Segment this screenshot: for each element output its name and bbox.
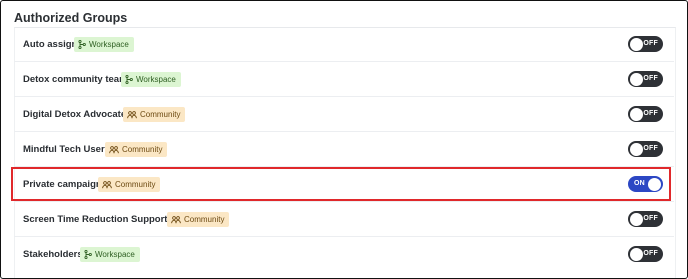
group-name: Digital Detox Advocates [23,109,132,120]
group-type-badge: Workspace [80,247,140,262]
group-name: Detox community team [23,74,128,85]
branch-icon [78,40,86,49]
group-toggle[interactable]: OFF [628,211,663,227]
group-type-badge: Workspace [121,72,181,87]
group-type-label: Community [115,180,156,189]
toggle-knob [630,37,643,51]
toggle-knob [630,107,643,121]
group-name: Mindful Tech Users [23,144,110,155]
toggle-state-label: OFF [643,75,658,82]
group-toggle[interactable]: ON [628,176,663,192]
toggle-knob [648,177,661,191]
group-type-label: Community [140,110,181,119]
toggle-knob [630,72,643,86]
people-icon [109,145,119,153]
group-toggle[interactable]: OFF [628,71,663,87]
group-row-auto-assign: Auto assign Workspace OFF [14,27,674,62]
toggle-state-label: OFF [643,215,658,222]
branch-icon [84,250,92,259]
toggle-state-label: OFF [643,145,658,152]
group-row-digital-detox-advocates: Digital Detox Advocates Community OFF [14,97,674,132]
toggle-knob [630,142,643,156]
group-type-label: Community [122,145,163,154]
group-type-label: Workspace [89,40,129,49]
group-row-screen-time-reduction-supporters: Screen Time Reduction Supporters Communi… [14,202,674,237]
section-title: Authorized Groups [14,11,128,25]
group-type-badge: Community [167,212,230,227]
toggle-state-label: OFF [643,110,658,117]
group-row-stakeholders: Stakeholders Workspace OFF [14,237,674,272]
toggle-state-label: ON [634,180,645,187]
group-name: Private campaign [23,179,102,190]
people-icon [127,110,137,118]
group-row-mindful-tech-users: Mindful Tech Users Community OFF [14,132,674,167]
group-type-label: Community [184,215,225,224]
branch-icon [125,75,133,84]
group-toggle[interactable]: OFF [628,36,663,52]
group-toggle[interactable]: OFF [628,246,663,262]
group-type-badge: Community [98,177,161,192]
group-name: Auto assign [23,39,78,50]
group-toggle[interactable]: OFF [628,141,663,157]
group-toggle[interactable]: OFF [628,106,663,122]
group-type-badge: Workspace [74,37,134,52]
group-type-label: Workspace [95,250,135,259]
group-name: Screen Time Reduction Supporters [23,214,182,225]
group-row-private-campaign: Private campaign Community ON [14,167,674,202]
toggle-state-label: OFF [643,40,658,47]
group-type-badge: Community [123,107,186,122]
toggle-knob [630,247,643,261]
people-icon [102,180,112,188]
toggle-state-label: OFF [643,250,658,257]
people-icon [171,215,181,223]
toggle-knob [630,212,643,226]
group-name: Stakeholders [23,249,83,260]
group-type-label: Workspace [136,75,176,84]
group-type-badge: Community [105,142,168,157]
group-row-detox-community-team: Detox community team Workspace OFF [14,62,674,97]
